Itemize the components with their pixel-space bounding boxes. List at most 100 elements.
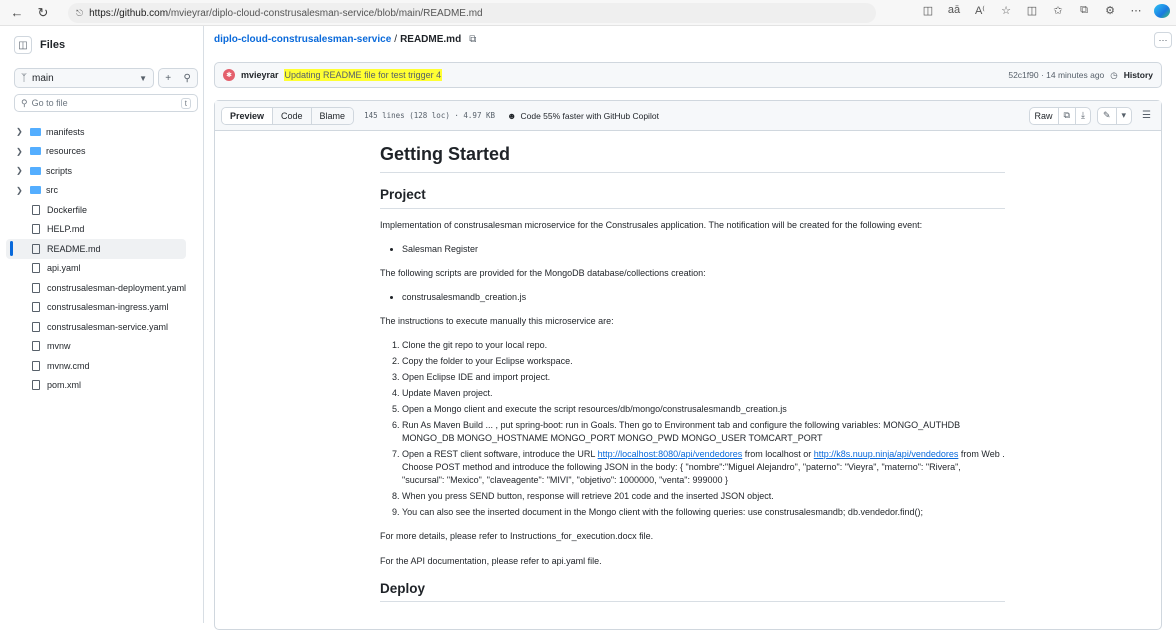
list-item: construsalesmandb_creation.js: [402, 291, 1005, 304]
download-icon[interactable]: ⤓: [1076, 108, 1090, 124]
lock-icon: ⎋: [76, 7, 84, 18]
tree-item-mvnw-cmd[interactable]: mvnw.cmd: [6, 356, 204, 376]
breadcrumb-separator: /: [394, 34, 398, 45]
tree-item-scripts[interactable]: ❯ scripts: [6, 161, 204, 181]
edit-group: ✎ ▾: [1096, 106, 1133, 125]
readme-content: Getting Started Project Implementation o…: [380, 141, 1005, 612]
file-stats: 145 lines (128 loc) · 4.97 KB: [364, 111, 496, 120]
file-icon: [32, 321, 40, 332]
localhost-link[interactable]: http://localhost:8080/api/vendedores: [598, 449, 743, 459]
split-icon[interactable]: ◫: [920, 4, 936, 21]
paragraph: For the API documentation, please refer …: [380, 555, 602, 566]
tree-item-label: manifests: [46, 126, 85, 137]
chevron-down-icon: ▼: [139, 73, 147, 83]
tree-item-pom-xml[interactable]: pom.xml: [6, 376, 204, 396]
pencil-icon[interactable]: ✎: [1098, 107, 1117, 124]
copy-icon[interactable]: ⧉: [469, 34, 476, 45]
outline-list-icon[interactable]: ☰: [1138, 110, 1155, 121]
tree-item-resources[interactable]: ❯ resources: [6, 142, 204, 162]
list-item: Open Eclipse IDE and import project.: [402, 371, 1005, 384]
tree-item-label: api.yaml: [47, 263, 81, 274]
back-icon[interactable]: ←: [6, 2, 28, 24]
folder-icon: [30, 186, 41, 195]
tree-item-manifests[interactable]: ❯ manifests: [6, 122, 204, 142]
more-icon[interactable]: ⋯: [1128, 4, 1144, 21]
tab-preview[interactable]: Preview: [222, 107, 274, 124]
list-item: Run As Maven Build ... , put spring-boot…: [402, 419, 1005, 445]
tree-item-help-md[interactable]: HELP.md: [6, 220, 204, 240]
tree-item-api-yaml[interactable]: api.yaml: [6, 259, 204, 279]
text-size-icon[interactable]: A⁽: [972, 4, 988, 21]
copy-icon[interactable]: ⧉: [1059, 107, 1076, 124]
tree-item-deployment-yaml[interactable]: construsalesman-deployment.yaml: [6, 278, 204, 298]
folder-icon: [30, 166, 41, 175]
bullet-list: Salesman Register: [402, 243, 1005, 256]
collections-icon[interactable]: ⧉: [1076, 4, 1092, 21]
commit-message[interactable]: Updating README file for test trigger 4: [283, 69, 443, 81]
tree-item-dockerfile[interactable]: Dockerfile: [6, 200, 204, 220]
tree-item-service-yaml[interactable]: construsalesman-service.yaml: [6, 317, 204, 337]
list-item: When you press SEND button, response wil…: [402, 490, 1005, 503]
file-icon: [32, 263, 40, 274]
repo-link[interactable]: diplo-cloud-construsalesman-service: [214, 34, 391, 45]
history-link[interactable]: History: [1124, 70, 1153, 80]
raw-group: Raw ⧉ ⤓: [1028, 106, 1091, 125]
tab-blame[interactable]: Blame: [311, 107, 354, 124]
file-icon: [32, 380, 40, 391]
go-to-file-input[interactable]: ⚲ Go to file t: [14, 94, 198, 112]
sidebar-icon[interactable]: ◫: [1024, 4, 1040, 21]
more-options-button[interactable]: ⋯: [1154, 32, 1172, 48]
tree-item-label: construsalesman-service.yaml: [47, 321, 169, 332]
browser-icons: ◫ aā A⁽ ☆ ◫ ✩ ⧉ ⚙ ⋯: [920, 4, 1170, 21]
tree-item-label: README.md: [47, 243, 101, 254]
tree-item-label: Dockerfile: [47, 204, 88, 215]
file-icon: [32, 224, 40, 235]
branch-selector[interactable]: ᛉ main ▼: [14, 68, 154, 88]
copilot-promo-link[interactable]: Code 55% faster with GitHub Copilot: [521, 111, 659, 121]
file-icon: [32, 204, 40, 215]
avatar[interactable]: ✱: [223, 69, 235, 81]
chevron-down-icon[interactable]: ▾: [1117, 108, 1132, 124]
tree-item-label: construsalesman-ingress.yaml: [47, 302, 169, 313]
address-bar[interactable]: ⎋ https://github.com/mvieyrar/diplo-clou…: [68, 3, 876, 23]
file-icon: [32, 341, 40, 352]
raw-button[interactable]: Raw: [1030, 107, 1059, 124]
go-to-file-placeholder: Go to file: [31, 98, 68, 108]
favorite-icon[interactable]: ☆: [998, 4, 1014, 21]
list-item: You can also see the inserted document i…: [402, 506, 1005, 519]
edge-copilot-icon[interactable]: [1154, 4, 1170, 21]
side-panel-icon[interactable]: ◫: [14, 36, 32, 54]
file-toolbar: Preview Code Blame 145 lines (128 loc) ·…: [215, 101, 1161, 131]
tree-item-label: src: [46, 185, 58, 196]
readme-title: Getting Started: [380, 141, 1005, 174]
tree-item-ingress-yaml[interactable]: construsalesman-ingress.yaml: [6, 298, 204, 318]
extensions-icon[interactable]: ⚙: [1102, 4, 1118, 21]
copilot-icon: ☻: [507, 110, 517, 121]
search-icon[interactable]: ⚲: [183, 73, 190, 84]
section-heading-deploy: Deploy: [380, 579, 1005, 603]
commit-meta[interactable]: 52c1f90 · 14 minutes ago: [1008, 70, 1104, 80]
paragraph: Implementation of construsalesman micros…: [380, 219, 923, 230]
branch-row: ᛉ main ▼ + ⚲: [14, 68, 198, 88]
file-icon: [32, 360, 40, 371]
tree-item-src[interactable]: ❯ src: [6, 181, 204, 201]
search-icon: ⚲: [21, 97, 28, 108]
file-name: README.md: [400, 34, 462, 45]
read-aloud-icon[interactable]: aā: [946, 4, 962, 21]
tab-code[interactable]: Code: [273, 107, 312, 124]
latest-commit-bar: ✱ mvieyrar Updating README file for test…: [214, 62, 1162, 88]
url-path: /mvieyrar/diplo-cloud-construsalesman-se…: [168, 7, 483, 19]
list-item: Update Maven project.: [402, 387, 1005, 400]
file-viewer: Preview Code Blame 145 lines (128 loc) ·…: [214, 100, 1162, 630]
web-link[interactable]: http://k8s.nuup.ninja/api/vendedores: [814, 449, 959, 459]
tree-item-readme-md[interactable]: README.md: [6, 239, 186, 259]
favorites-bar-icon[interactable]: ✩: [1050, 4, 1066, 21]
tree-item-mvnw[interactable]: mvnw: [6, 337, 204, 357]
tree-item-label: pom.xml: [47, 380, 82, 391]
paragraph: For more details, please refer to Instru…: [380, 531, 654, 542]
folder-icon: [30, 127, 41, 136]
bullet-list: construsalesmandb_creation.js: [402, 291, 1005, 304]
commit-author[interactable]: mvieyrar: [241, 70, 279, 80]
refresh-icon[interactable]: ↻: [32, 2, 54, 24]
add-file-icon[interactable]: +: [165, 73, 171, 84]
